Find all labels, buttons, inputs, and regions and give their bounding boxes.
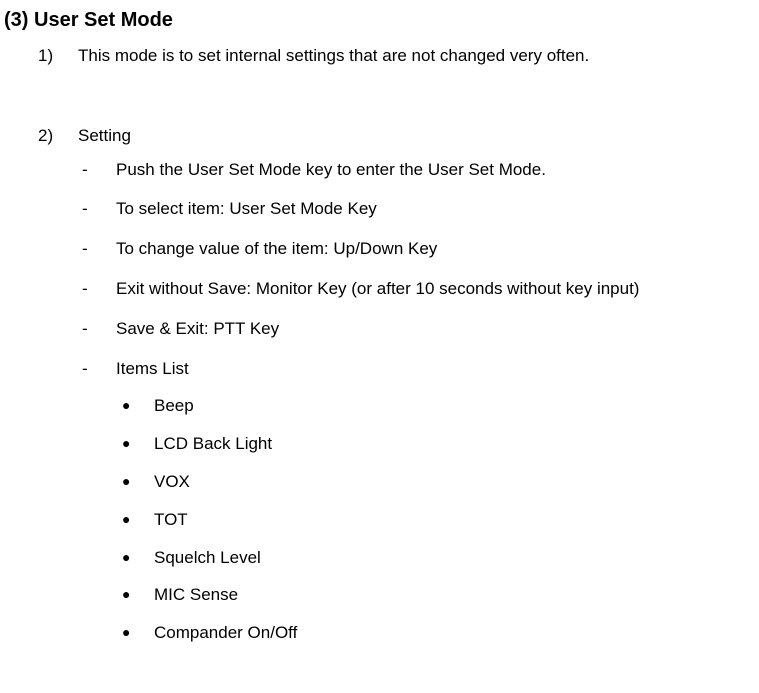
dash-text: Exit without Save: Monitor Key (or after…: [116, 277, 639, 301]
dash-item: - To select item: User Set Mode Key: [82, 197, 759, 221]
item-text: This mode is to set internal settings th…: [78, 44, 589, 68]
bullet-text: Beep: [154, 394, 194, 418]
numbered-list: 1) This mode is to set internal settings…: [0, 44, 759, 645]
bullet-text: TOT: [154, 508, 188, 532]
bullet-item: ● Squelch Level: [122, 546, 759, 570]
bullet-item: ● VOX: [122, 470, 759, 494]
dash-item: - Exit without Save: Monitor Key (or aft…: [82, 277, 759, 301]
bullet-marker-icon: ●: [122, 621, 132, 643]
dash-item: - To change value of the item: Up/Down K…: [82, 237, 759, 261]
item-number: 2): [38, 124, 60, 148]
bullet-marker-icon: ●: [122, 470, 132, 492]
bullet-item: ● MIC Sense: [122, 583, 759, 607]
dash-text: Push the User Set Mode key to enter the …: [116, 158, 546, 182]
dash-item: - Push the User Set Mode key to enter th…: [82, 158, 759, 182]
bullet-marker-icon: ●: [122, 394, 132, 416]
bullet-text: Squelch Level: [154, 546, 261, 570]
bullet-item: ● Beep: [122, 394, 759, 418]
dash-list: - Push the User Set Mode key to enter th…: [38, 158, 759, 645]
bullet-text: MIC Sense: [154, 583, 238, 607]
bullet-text: VOX: [154, 470, 190, 494]
bullet-marker-icon: ●: [122, 508, 132, 530]
dash-text: Save & Exit: PTT Key: [116, 317, 279, 341]
dash-marker-icon: -: [82, 277, 92, 301]
dash-marker-icon: -: [82, 197, 92, 221]
numbered-item: 2) Setting - Push the User Set Mode key …: [38, 124, 759, 645]
numbered-item: 1) This mode is to set internal settings…: [38, 44, 759, 68]
bullet-item: ● LCD Back Light: [122, 432, 759, 456]
bullet-text: Compander On/Off: [154, 621, 297, 645]
item-text: Setting: [78, 124, 131, 148]
dash-marker-icon: -: [82, 317, 92, 341]
bullet-item: ● Compander On/Off: [122, 621, 759, 645]
dash-marker-icon: -: [82, 158, 92, 182]
dash-item: - Save & Exit: PTT Key: [82, 317, 759, 341]
bullet-marker-icon: ●: [122, 432, 132, 454]
dash-item: - Items List ● Beep ● LCD Back Light ● V…: [82, 357, 759, 645]
bullet-list: ● Beep ● LCD Back Light ● VOX ● TOT: [82, 394, 759, 645]
section-heading: (3) User Set Mode: [0, 6, 759, 34]
bullet-item: ● TOT: [122, 508, 759, 532]
dash-marker-icon: -: [82, 357, 92, 381]
dash-marker-icon: -: [82, 237, 92, 261]
bullet-text: LCD Back Light: [154, 432, 272, 456]
item-number: 1): [38, 44, 60, 68]
dash-text: Items List: [116, 357, 189, 381]
dash-text: To change value of the item: Up/Down Key: [116, 237, 437, 261]
bullet-marker-icon: ●: [122, 546, 132, 568]
bullet-marker-icon: ●: [122, 583, 132, 605]
dash-text: To select item: User Set Mode Key: [116, 197, 377, 221]
